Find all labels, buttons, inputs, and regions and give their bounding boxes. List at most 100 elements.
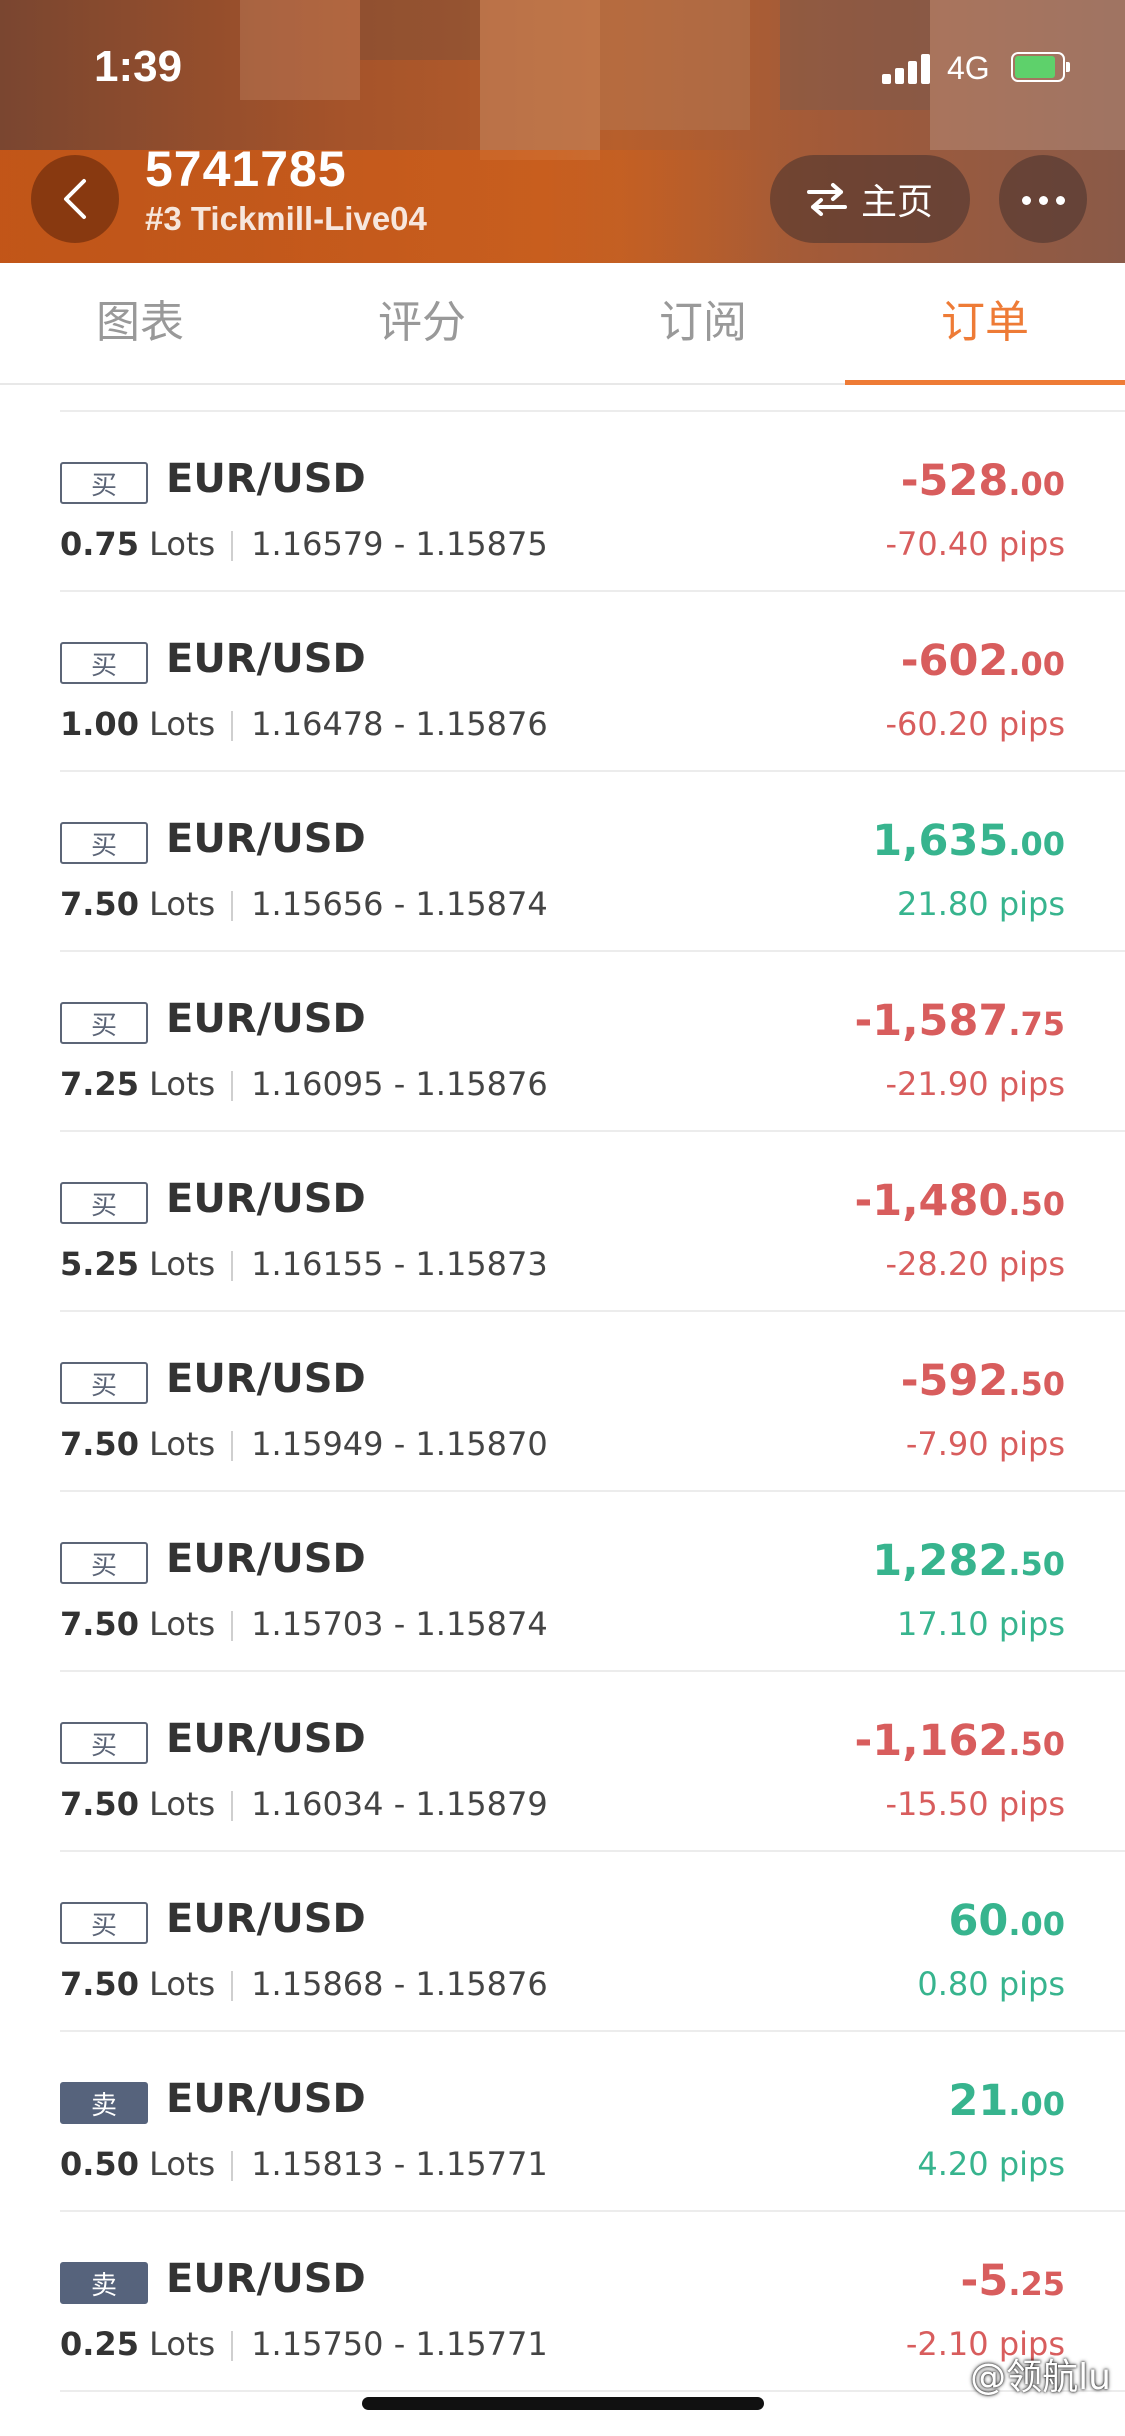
more-dots-icon bbox=[1018, 190, 1069, 209]
sell-badge: 卖 bbox=[60, 2082, 148, 2124]
swap-arrows-icon bbox=[806, 183, 847, 216]
profit: -1,587.75 bbox=[854, 996, 1065, 1046]
lots-info: 7.50 Lots 1.15703 - 1.15874 bbox=[60, 1605, 548, 1643]
pips: -15.50 pips bbox=[885, 1785, 1065, 1823]
lots-unit: Lots bbox=[149, 1605, 216, 1643]
lots-value: 0.50 bbox=[60, 2145, 139, 2183]
price-range: 1.16034 - 1.15879 bbox=[251, 1785, 548, 1823]
tab-rating[interactable]: 评分 bbox=[282, 263, 562, 383]
profit-integer: -1,587 bbox=[854, 996, 1009, 1046]
profit-integer: -528 bbox=[900, 456, 1009, 506]
more-button[interactable] bbox=[999, 155, 1087, 243]
pips: 0.80 pips bbox=[917, 1965, 1065, 2003]
profit-integer: -602 bbox=[900, 636, 1009, 686]
network-type: 4G bbox=[947, 50, 990, 86]
lots-value: 0.25 bbox=[60, 2325, 139, 2363]
symbol: EUR/USD bbox=[166, 1356, 366, 1402]
symbol: EUR/USD bbox=[166, 816, 366, 862]
order-row[interactable]: 卖 EUR/USD 0.50 Lots 1.15813 - 1.15771 21.00 4… bbox=[0, 2032, 1125, 2212]
lots-unit: Lots bbox=[149, 1785, 216, 1823]
lots-info: 0.75 Lots 1.16579 - 1.15875 bbox=[60, 525, 548, 563]
separator bbox=[231, 711, 234, 741]
order-row[interactable]: 买 EUR/USD 7.50 Lots 1.16034 - 1.15879 -1,162… bbox=[0, 1672, 1125, 1852]
profit: -592.50 bbox=[901, 1356, 1065, 1406]
tab-subscribe[interactable]: 订阅 bbox=[563, 263, 843, 383]
separator bbox=[231, 2331, 234, 2361]
profit-decimal: .50 bbox=[1008, 1545, 1065, 1583]
separator bbox=[231, 1251, 234, 1281]
symbol: EUR/USD bbox=[166, 1536, 366, 1582]
separator bbox=[231, 1611, 234, 1641]
profit-integer: 1,282 bbox=[872, 1536, 1009, 1586]
pips: 21.80 pips bbox=[897, 885, 1065, 923]
lots-unit: Lots bbox=[149, 525, 216, 563]
order-row[interactable]: 买 EUR/USD 7.25 Lots 1.16095 - 1.15876 -1,587… bbox=[0, 952, 1125, 1132]
back-button[interactable] bbox=[31, 155, 119, 243]
profit-decimal: .00 bbox=[1008, 465, 1065, 503]
buy-badge: 买 bbox=[60, 1542, 148, 1584]
server-name: #3 Tickmill-Live04 bbox=[145, 200, 427, 237]
order-row[interactable]: 买 EUR/USD 7.50 Lots 1.15656 - 1.15874 1,635.… bbox=[0, 772, 1125, 952]
profit-integer: -5 bbox=[960, 2256, 1009, 2306]
lots-info: 0.25 Lots 1.15750 - 1.15771 bbox=[60, 2325, 548, 2363]
lots-value: 7.50 bbox=[60, 1425, 139, 1463]
profit-integer: 60 bbox=[948, 1896, 1009, 1946]
buy-badge: 买 bbox=[60, 642, 148, 684]
separator bbox=[231, 1071, 234, 1101]
profit-decimal: .00 bbox=[1008, 825, 1065, 863]
lots-unit: Lots bbox=[149, 2325, 216, 2363]
account-number: 5741785 bbox=[145, 141, 347, 197]
order-row[interactable]: 卖 EUR/USD 0.25 Lots 1.15750 - 1.15771 -5.25-… bbox=[0, 2212, 1125, 2392]
profit-decimal: .00 bbox=[1008, 645, 1065, 683]
lots-info: 1.00 Lots 1.16478 - 1.15876 bbox=[60, 705, 548, 743]
order-row[interactable]: 买 EUR/USD 0.75 Lots 1.16579 - 1.15875 -528.0… bbox=[0, 412, 1125, 592]
lots-value: 1.00 bbox=[60, 705, 139, 743]
profit: 1,282.50 bbox=[872, 1536, 1065, 1586]
profit-decimal: .50 bbox=[1008, 1725, 1065, 1763]
divider bbox=[60, 2390, 1125, 2392]
signal-icon bbox=[882, 52, 934, 84]
symbol: EUR/USD bbox=[166, 456, 366, 502]
order-row[interactable]: 买 EUR/USD 7.50 Lots 1.15949 - 1.15870 -592.5… bbox=[0, 1312, 1125, 1492]
separator bbox=[231, 1791, 234, 1821]
lots-info: 7.50 Lots 1.16034 - 1.15879 bbox=[60, 1785, 548, 1823]
profit-integer: 21 bbox=[948, 2076, 1009, 2126]
profit-decimal: .00 bbox=[1008, 2085, 1065, 2123]
profit: 60.00 bbox=[948, 1896, 1065, 1946]
buy-badge: 买 bbox=[60, 822, 148, 864]
lots-unit: Lots bbox=[149, 1065, 216, 1103]
profit: -1,480.50 bbox=[854, 1176, 1065, 1226]
profit-decimal: .25 bbox=[1008, 2265, 1065, 2303]
home-button[interactable]: 主页 bbox=[770, 155, 970, 243]
separator bbox=[231, 1971, 234, 2001]
order-row[interactable]: 买 EUR/USD 7.50 Lots 1.15868 - 1.15876 60.00 0… bbox=[0, 1852, 1125, 2032]
status-time: 1:39 bbox=[94, 42, 183, 91]
watermark: @领航lu bbox=[970, 2357, 1111, 2398]
tab-bar: 图表 评分 订阅 订单 bbox=[0, 263, 1125, 385]
lots-value: 0.75 bbox=[60, 525, 139, 563]
lots-info: 0.50 Lots 1.15813 - 1.15771 bbox=[60, 2145, 548, 2183]
order-row[interactable]: 买 EUR/USD 1.00 Lots 1.16478 - 1.15876 -602.0… bbox=[0, 592, 1125, 772]
pips: -70.40 pips bbox=[885, 525, 1065, 563]
profit: 21.00 bbox=[948, 2076, 1065, 2126]
symbol: EUR/USD bbox=[166, 1176, 366, 1222]
profit-integer: -1,480 bbox=[854, 1176, 1009, 1226]
tab-chart[interactable]: 图表 bbox=[0, 263, 280, 383]
lots-unit: Lots bbox=[149, 1965, 216, 2003]
tab-orders[interactable]: 订单 bbox=[845, 263, 1125, 385]
order-row[interactable]: 买 EUR/USD 7.50 Lots 1.15703 - 1.15874 1,282.… bbox=[0, 1492, 1125, 1672]
symbol: EUR/USD bbox=[166, 1716, 366, 1762]
price-range: 1.16579 - 1.15875 bbox=[251, 525, 548, 563]
price-range: 1.16478 - 1.15876 bbox=[251, 705, 548, 743]
account-header: 1:39 4G 5741785 #3 Tickmill-Live04 主页 bbox=[0, 0, 1125, 263]
background-photo-tile bbox=[240, 0, 360, 100]
separator bbox=[231, 531, 234, 561]
separator bbox=[231, 1431, 234, 1461]
background-photo-tile bbox=[360, 0, 480, 60]
lots-unit: Lots bbox=[149, 2145, 216, 2183]
lots-unit: Lots bbox=[149, 1425, 216, 1463]
price-range: 1.16095 - 1.15876 bbox=[251, 1065, 548, 1103]
order-row[interactable]: 买 EUR/USD 5.25 Lots 1.16155 - 1.15873 -1,480… bbox=[0, 1132, 1125, 1312]
lots-unit: Lots bbox=[149, 705, 216, 743]
profit: -528.00 bbox=[901, 456, 1065, 506]
